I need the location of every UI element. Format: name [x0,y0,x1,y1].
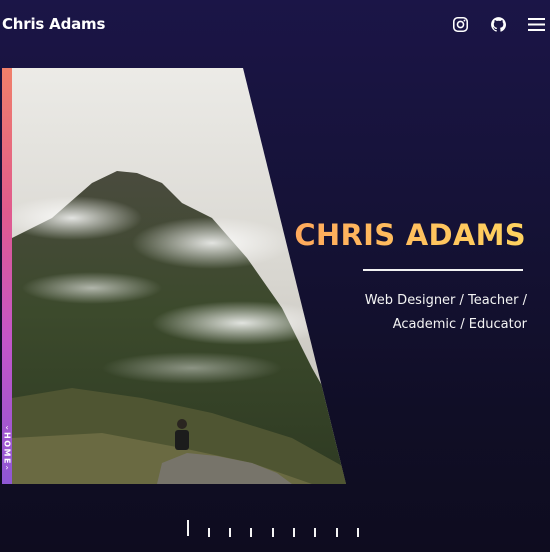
hero-divider [363,269,523,271]
hero-roles: Web Designer / Teacher / Academic / Educ… [364,293,527,332]
chevron-down-icon: › [5,463,9,473]
brand-logo-text[interactable]: Chris Adams [2,15,105,33]
menu-icon[interactable] [526,14,546,34]
hero-name: CHRIS ADAMS [294,218,526,252]
chevron-up-icon: ‹ [5,422,9,432]
scroll-tick[interactable] [250,528,252,537]
scroll-tick[interactable] [208,528,210,537]
home-side-label: HOME [2,431,12,465]
scroll-tick[interactable] [357,528,359,537]
scroll-tick[interactable] [272,528,274,537]
header-icons [432,14,546,34]
github-icon[interactable] [488,14,508,34]
home-side-link[interactable]: ‹ HOME › [2,412,12,484]
top-header: Chris Adams [0,0,550,50]
scroll-tick-active[interactable] [187,520,189,536]
scroll-tick[interactable] [229,528,231,537]
scroll-tick[interactable] [293,528,295,537]
instagram-icon[interactable] [450,14,470,34]
scroll-tick[interactable] [314,528,316,537]
hero-photo [12,68,346,484]
scroll-tick[interactable] [336,528,338,537]
